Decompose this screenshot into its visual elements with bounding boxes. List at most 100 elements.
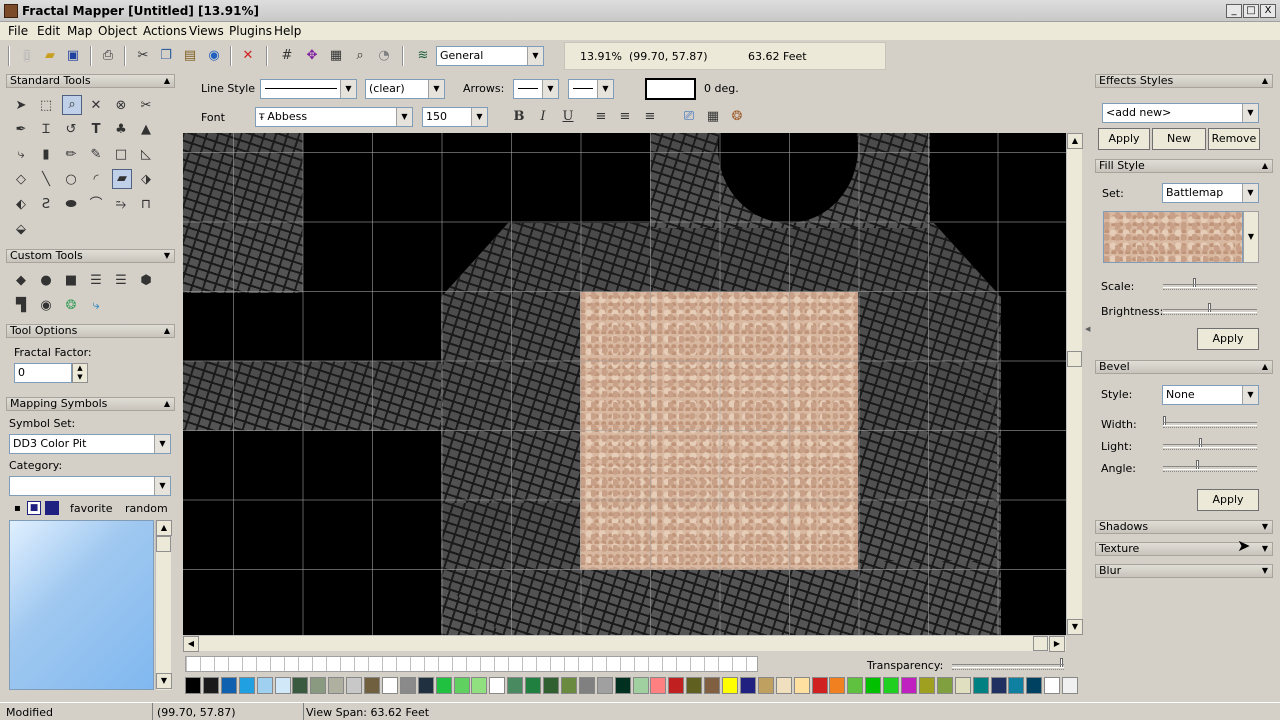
canvas-vscroll-thumb[interactable] bbox=[1067, 351, 1082, 367]
category-select[interactable]: ▼ bbox=[9, 476, 171, 496]
color-swatch[interactable] bbox=[1044, 677, 1061, 694]
open-icon[interactable]: ▰ bbox=[41, 47, 59, 65]
close-button[interactable]: X bbox=[1260, 4, 1276, 18]
fill-apply-button[interactable]: Apply bbox=[1197, 328, 1259, 350]
align-center-icon[interactable]: ≡ bbox=[616, 108, 634, 126]
effects-remove-button[interactable]: Remove bbox=[1208, 128, 1260, 150]
new-icon[interactable]: ▯ bbox=[18, 47, 36, 65]
refresh-icon[interactable]: ◔ bbox=[375, 47, 393, 65]
color-swatch[interactable] bbox=[775, 677, 792, 694]
text-icon[interactable]: T bbox=[87, 121, 105, 139]
stamp-icon[interactable]: ♣ bbox=[112, 121, 130, 139]
fill-style-header[interactable]: Fill Style ▲ bbox=[1095, 159, 1273, 173]
color-swatch[interactable] bbox=[560, 677, 577, 694]
text-fx-icon[interactable]: ❂ bbox=[728, 108, 746, 126]
menu-edit[interactable]: Edit bbox=[37, 24, 60, 38]
scroll-thumb[interactable] bbox=[156, 536, 171, 552]
color-swatch[interactable] bbox=[936, 677, 953, 694]
canvas-scroll-up[interactable]: ▲ bbox=[1067, 133, 1083, 149]
custom-circle-icon[interactable]: ● bbox=[37, 272, 55, 290]
bevel-light-slider[interactable] bbox=[1163, 438, 1257, 450]
color-swatch[interactable] bbox=[399, 677, 416, 694]
tool-options-header[interactable]: Tool Options ▲ bbox=[6, 324, 175, 338]
layer-select[interactable]: General ▼ bbox=[436, 46, 544, 66]
menu-help[interactable]: Help bbox=[274, 24, 301, 38]
map-canvas[interactable] bbox=[183, 133, 1066, 635]
color-swatch[interactable] bbox=[704, 677, 721, 694]
standard-tools-header[interactable]: Standard Tools ▲ bbox=[6, 74, 175, 88]
canvas-scroll-left[interactable]: ◀ bbox=[183, 636, 199, 652]
color-swatch[interactable] bbox=[722, 677, 738, 694]
blur-header[interactable]: Blur ▼ bbox=[1095, 564, 1273, 578]
scale-slider[interactable] bbox=[1163, 278, 1257, 290]
brush-icon[interactable]: ▮ bbox=[37, 146, 55, 164]
custom-square-icon[interactable]: ■ bbox=[62, 272, 80, 290]
text-grid-icon[interactable]: ▦ bbox=[704, 108, 722, 126]
color-swatch[interactable] bbox=[381, 677, 398, 694]
custom-pillar-icon[interactable]: ⬢ bbox=[137, 272, 155, 290]
door-icon[interactable]: ⊓ bbox=[137, 196, 155, 214]
menu-views[interactable]: Views bbox=[189, 24, 224, 38]
pencil-icon[interactable]: ✏ bbox=[62, 146, 80, 164]
text-cursor-icon[interactable]: Ɪ bbox=[37, 121, 55, 139]
bevel-style-select[interactable]: None ▼ bbox=[1162, 385, 1259, 405]
path-icon[interactable]: Ƨ bbox=[37, 196, 55, 214]
fill-set-select[interactable]: Battlemap ▼ bbox=[1162, 183, 1259, 203]
select-arrow-icon[interactable]: ➤ bbox=[12, 97, 30, 115]
color-swatch[interactable] bbox=[865, 677, 882, 694]
color-swatch[interactable] bbox=[596, 677, 613, 694]
color-swatch[interactable] bbox=[632, 677, 649, 694]
scroll-down-arrow[interactable]: ▼ bbox=[156, 673, 172, 689]
italic-button[interactable]: I bbox=[534, 108, 552, 126]
color-swatch[interactable] bbox=[578, 677, 595, 694]
effects-new-button[interactable]: New bbox=[1152, 128, 1206, 150]
splitter-arrow-icon[interactable]: ◀ bbox=[1085, 325, 1090, 333]
move-icon[interactable]: ✥ bbox=[303, 47, 321, 65]
color-swatch[interactable] bbox=[883, 677, 900, 694]
text-path-icon[interactable]: ⎚ bbox=[680, 108, 698, 126]
effects-styles-header[interactable]: Effects Styles ▲ bbox=[1095, 74, 1273, 88]
custom-tools-header[interactable]: Custom Tools ▼ bbox=[6, 249, 175, 263]
color-swatch[interactable] bbox=[274, 677, 291, 694]
bevel-width-slider[interactable] bbox=[1163, 416, 1257, 428]
canvas-hscroll[interactable]: ◀ ▶ bbox=[183, 635, 1066, 652]
blob-icon[interactable]: ⬬ bbox=[62, 196, 80, 214]
color-swatch[interactable] bbox=[1008, 677, 1025, 694]
menu-object[interactable]: Object bbox=[98, 24, 137, 38]
color-swatch[interactable] bbox=[346, 677, 363, 694]
spray-icon[interactable]: ✎ bbox=[87, 146, 105, 164]
fractal-factor-input[interactable]: 0 bbox=[14, 363, 72, 383]
color-swatch[interactable] bbox=[901, 677, 917, 694]
color-swatch[interactable] bbox=[417, 677, 434, 694]
mapping-symbols-header[interactable]: Mapping Symbols ▲ bbox=[6, 397, 175, 411]
color-swatch[interactable] bbox=[328, 677, 345, 694]
cut-icon[interactable]: ✂ bbox=[134, 47, 152, 65]
underline-button[interactable]: U bbox=[559, 108, 577, 126]
pen-icon[interactable]: ✒ bbox=[12, 121, 30, 139]
save-icon[interactable]: ▣ bbox=[64, 47, 82, 65]
fill-texture-preview[interactable] bbox=[1103, 211, 1243, 263]
properties-icon[interactable]: ▦ bbox=[327, 47, 345, 65]
color-swatch[interactable] bbox=[972, 677, 989, 694]
minimize-button[interactable]: _ bbox=[1226, 4, 1242, 18]
pick-icon[interactable]: ✕ bbox=[87, 97, 105, 115]
color-swatch[interactable] bbox=[1062, 677, 1079, 694]
brightness-slider[interactable] bbox=[1163, 303, 1257, 315]
menu-actions[interactable]: Actions bbox=[143, 24, 187, 38]
rectangle-icon[interactable]: □ bbox=[112, 146, 130, 164]
color-swatch[interactable] bbox=[793, 677, 810, 694]
symbol-scrollbar[interactable]: ▲ ▼ bbox=[155, 520, 172, 690]
color-swatch[interactable] bbox=[811, 677, 828, 694]
custom-wall-icon[interactable]: ▜ bbox=[12, 297, 30, 315]
color-swatch[interactable] bbox=[471, 677, 488, 694]
custom-color-row[interactable] bbox=[185, 656, 758, 672]
line-icon[interactable]: ╲ bbox=[37, 171, 55, 189]
color-swatch[interactable] bbox=[847, 677, 864, 694]
color-swatch[interactable] bbox=[292, 677, 309, 694]
magnifier-icon[interactable]: ⌕ bbox=[62, 95, 82, 115]
custom-diamond-icon[interactable]: ◆ bbox=[12, 272, 30, 290]
mountain-icon[interactable]: ▲ bbox=[137, 121, 155, 139]
color-swatch[interactable] bbox=[829, 677, 846, 694]
line-color-box[interactable] bbox=[645, 78, 696, 100]
color-swatch[interactable] bbox=[220, 677, 237, 694]
